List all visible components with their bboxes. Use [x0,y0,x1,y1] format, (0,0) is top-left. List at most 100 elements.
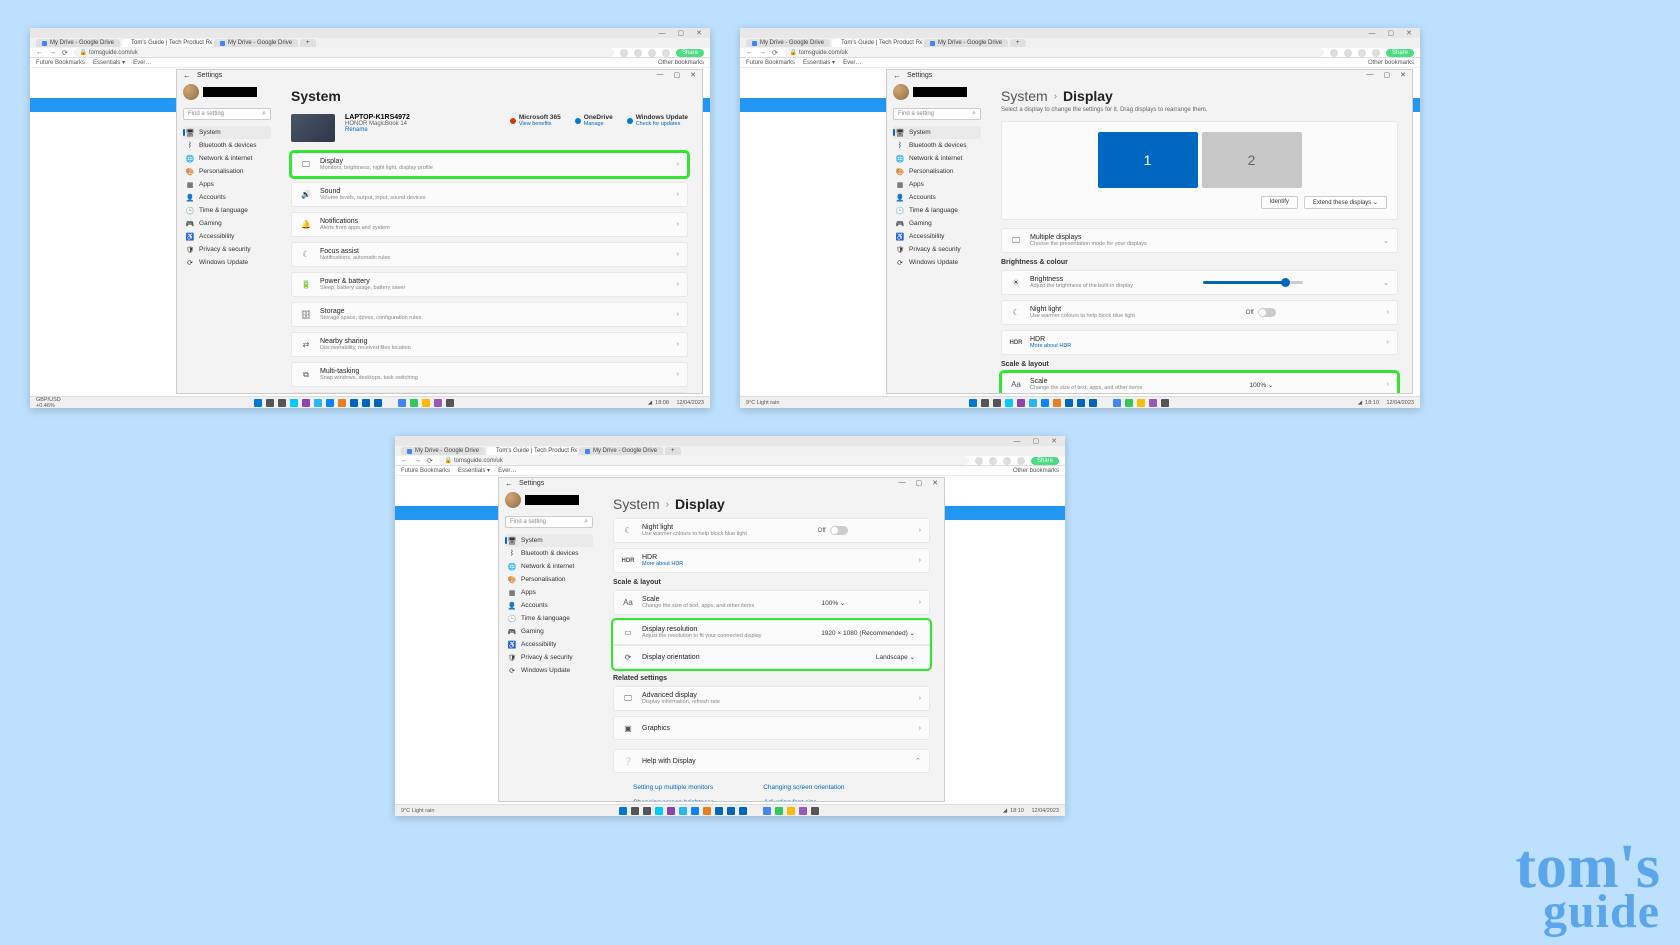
bookmark[interactable]: Other bookmarks [658,60,704,66]
taskbar-icon[interactable] [811,807,819,815]
help-link[interactable]: Adjusting font size [764,799,817,801]
taskbar-icon[interactable] [278,399,286,407]
avatar[interactable] [893,84,909,100]
bookmark[interactable]: Ever… [133,60,151,66]
tab[interactable]: My Drive - Google Drive [214,39,298,47]
taskbar-icon[interactable] [1017,399,1025,407]
night-light-row[interactable]: ☾Night lightUse warmer colours to help b… [613,518,930,543]
taskbar-icon[interactable] [422,399,430,407]
sidebar-item-privacy-security[interactable]: 🛡Privacy & security [505,651,593,664]
sidebar-item-apps[interactable]: ▦Apps [183,178,271,191]
taskbar-icon[interactable] [302,399,310,407]
sidebar-item-accounts[interactable]: 👤Accounts [505,599,593,612]
orientation-row[interactable]: ⟳Display orientationLandscape ⌄ [613,645,930,669]
taskbar-icon[interactable] [1005,399,1013,407]
sidebar-item-accounts[interactable]: 👤Accounts [893,191,981,204]
taskbar-icon[interactable] [1125,399,1133,407]
scale-dropdown[interactable]: 100% ⌄ [1249,381,1273,389]
sidebar-item-apps[interactable]: ▦Apps [505,586,593,599]
taskbar-icon[interactable] [326,399,334,407]
win-min[interactable]: — [657,71,664,79]
taskbar-icon[interactable] [362,399,370,407]
sidebar-item-gaming[interactable]: 🎮Gaming [505,625,593,638]
taskbar-icon[interactable] [398,399,406,407]
tab[interactable]: My Drive - Google Drive [746,39,830,47]
taskbar-icon[interactable] [350,399,358,407]
sidebar-item-network-internet[interactable]: 🌐Network & internet [183,152,271,165]
sidebar-item-windows-update[interactable]: ⟳Windows Update [893,256,981,269]
sidebar-item-privacy-security[interactable]: 🛡Privacy & security [893,243,981,256]
search-input[interactable]: Find a setting⌕ [893,108,981,120]
taskbar-icon[interactable] [446,399,454,407]
sidebar-item-network-internet[interactable]: 🌐Network & internet [505,560,593,573]
monitor-arrangement[interactable]: 12 IdentifyExtend these displays ⌄ [1001,121,1398,220]
system-row-activation[interactable]: ✓ActivationActivation state, subscriptio… [291,392,688,393]
taskbar-icon[interactable] [374,399,382,407]
bookmark[interactable]: Future Bookmarks [36,60,85,66]
brightness-row[interactable]: ☀BrightnessAdjust the brightness of the … [1001,270,1398,295]
url-field[interactable]: 🔒 tomsguide.com/uk [74,48,614,57]
taskbar-icon[interactable] [1053,399,1061,407]
nav-reload[interactable]: ⟳ [62,49,68,57]
taskbar-icon[interactable] [631,807,639,815]
brightness-slider[interactable] [1203,281,1303,284]
sidebar-item-accessibility[interactable]: ♿Accessibility [183,230,271,243]
monitor-1[interactable]: 1 [1098,132,1198,188]
taskbar-icon[interactable] [739,807,747,815]
sidebar-item-apps[interactable]: ▦Apps [893,178,981,191]
tab[interactable]: Tom's Guide | Tech Product Rev... [832,39,922,47]
system-row-sound[interactable]: 🔊SoundVolume levels, output, input, soun… [291,182,688,207]
tab-active[interactable]: Tom's Guide | Tech Product Rev... [122,39,212,47]
tab[interactable]: My Drive - Google Drive [924,39,1008,47]
sidebar-item-system[interactable]: 🖥System [893,126,981,139]
taskbar-icon[interactable] [1041,399,1049,407]
sidebar-item-windows-update[interactable]: ⟳Windows Update [505,664,593,677]
taskbar-icon[interactable] [338,399,346,407]
taskbar-icon[interactable] [254,399,262,407]
taskbar-icon[interactable] [679,807,687,815]
taskbar-icon[interactable] [1077,399,1085,407]
sidebar-item-personalisation[interactable]: 🎨Personalisation [183,165,271,178]
scale-row[interactable]: AaScaleChange the size of text, apps, an… [613,590,930,615]
taskbar-icon[interactable] [266,399,274,407]
taskbar-icon[interactable] [1113,399,1121,407]
system-row-multi-tasking[interactable]: ⧉Multi-taskingSnap windows, desktops, ta… [291,362,688,387]
taskbar-icon[interactable] [1137,399,1145,407]
taskbar-icon[interactable] [981,399,989,407]
window-max[interactable]: ▢ [678,29,685,37]
taskbar-icon[interactable] [410,399,418,407]
taskbar-icon[interactable] [969,399,977,407]
taskbar-icon[interactable] [655,807,663,815]
sidebar-item-accessibility[interactable]: ♿Accessibility [505,638,593,651]
taskbar-icon[interactable] [1089,399,1097,407]
sidebar-item-gaming[interactable]: 🎮Gaming [183,217,271,230]
sidebar-item-bluetooth-devices[interactable]: ᛒBluetooth & devices [505,547,593,560]
help-with-display[interactable]: ❔Help with Display⌃ [613,749,930,773]
taskbar-icon[interactable] [619,807,627,815]
new-tab-button[interactable]: + [300,39,316,47]
taskbar-icon[interactable] [1065,399,1073,407]
taskbar-icon[interactable] [1161,399,1169,407]
sidebar-item-accessibility[interactable]: ♿Accessibility [893,230,981,243]
taskbar-icon[interactable] [1029,399,1037,407]
system-row-notifications[interactable]: 🔔NotificationsAlerts from apps and syste… [291,212,688,237]
advanced-display-row[interactable]: 🖵Advanced displayDisplay information, re… [613,686,930,711]
sidebar-item-privacy-security[interactable]: 🛡Privacy & security [183,243,271,256]
ext-icon[interactable] [648,49,656,57]
taskbar-icon[interactable] [1101,399,1109,407]
taskbar-icon[interactable] [799,807,807,815]
taskbar-icon[interactable] [715,807,723,815]
tab[interactable]: My Drive - Google Drive [36,39,120,47]
night-light-row[interactable]: ☾Night lightUse warmer colours to help b… [1001,300,1398,325]
avatar[interactable] [505,492,521,508]
nav-forward[interactable]: → [49,49,56,56]
sidebar-item-system[interactable]: 🖥System [505,534,593,547]
sidebar-item-windows-update[interactable]: ⟳Windows Update [183,256,271,269]
scale-dropdown[interactable]: 100% ⌄ [821,599,845,607]
win-close[interactable]: ✕ [690,71,696,79]
extend-dropdown[interactable]: Extend these displays ⌄ [1304,196,1387,209]
taskbar-icon[interactable] [763,807,771,815]
ext-icon[interactable] [620,49,628,57]
help-link[interactable]: Changing screen brightness [633,799,714,801]
url-field[interactable]: 🔒 tomsguide.com/uk [439,456,969,465]
